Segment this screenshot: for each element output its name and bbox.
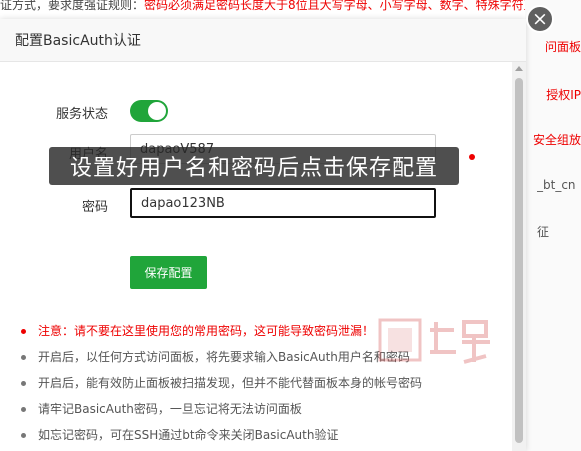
background-item: 安全组放	[532, 133, 581, 147]
password-input[interactable]	[130, 188, 436, 218]
service-status-toggle[interactable]	[130, 100, 168, 122]
password-label: 密码	[81, 200, 108, 215]
tip-item: 请牢记BasicAuth密码，一旦忘记将无法访问面板	[20, 399, 422, 425]
save-config-button[interactable]: 保存配置	[130, 256, 207, 289]
basicauth-dialog: 配置BasicAuth认证 服务状态 用户名 密码 保存配置 注意：请不要在这里…	[0, 19, 526, 451]
tip-item: 开启后，能有效防止面板被扫描发现，但并不能代替面板本身的帐号密码	[20, 373, 422, 399]
close-icon: ×	[532, 7, 548, 30]
background-requirement-text: 证方式，要求度强证规则：密码必须满足密码长度大于8位且大写字母、小写字母、数字、…	[0, 0, 548, 12]
background-item: 问面板	[544, 40, 581, 54]
close-button[interactable]: ×	[526, 5, 554, 33]
background-item: 征	[537, 225, 550, 239]
watermark-logo	[378, 318, 490, 364]
tips-list: 注意：请不要在这里使用您的常用密码，这可能导致密码泄漏！ 开启后，以任何方式访问…	[20, 321, 422, 451]
dialog-title: 配置BasicAuth认证	[15, 33, 141, 49]
instruction-caption: 设置好用户名和密码后点击保存配置	[49, 147, 459, 185]
required-dot-icon	[469, 154, 475, 160]
tip-item: 注意：请不要在这里使用您的常用密码，这可能导致密码泄漏！	[20, 321, 422, 347]
background-item: 授权IP	[546, 88, 581, 102]
tip-item: 开启后，以任何方式访问面板，将先要求输入BasicAuth用户名和密码	[20, 347, 422, 373]
dialog-header: 配置BasicAuth认证	[0, 19, 526, 62]
background-topbar: 证方式，要求度强证规则：密码必须满足密码长度大于8位且大写字母、小写字母、数字、…	[0, 0, 581, 20]
scrollbar[interactable]	[512, 62, 526, 451]
scroll-up-arrow-icon[interactable]	[515, 66, 523, 71]
background-item: _bt_cn	[537, 178, 576, 192]
scrollbar-thumb[interactable]	[515, 78, 523, 443]
service-status-label: 服务状态	[55, 107, 108, 122]
toggle-knob	[148, 102, 166, 120]
background-right-column: 问面板 授权IP 安全组放 _bt_cn 征	[525, 0, 581, 451]
tip-item: 如忘记密码，可在SSH通过bt命令来关闭BasicAuth验证	[20, 425, 422, 451]
